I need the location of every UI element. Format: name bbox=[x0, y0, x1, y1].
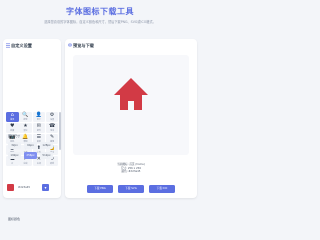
preview-title-text: 预览与下载 bbox=[73, 43, 94, 48]
size-option[interactable]: 512px bbox=[40, 152, 53, 159]
page-subtitle: 选择您喜欢的字体图标，自定义颜色和尺寸，然后下载PNG、SVG或ICO格式。 bbox=[44, 20, 156, 24]
color-swatch[interactable] bbox=[7, 184, 14, 191]
size-option[interactable]: 128px bbox=[40, 142, 53, 149]
icon-option[interactable]: ✉ 邮件 bbox=[32, 123, 46, 133]
icon-option[interactable]: ★ 星标 bbox=[19, 123, 32, 133]
page-title: 字体图标下载工具 bbox=[66, 7, 134, 16]
icon-info: 当前图标: 首页 (home) 尺寸: 256 x 256 颜色: #d23a4… bbox=[73, 163, 189, 174]
icon-option[interactable]: ☎ 电话 bbox=[45, 123, 59, 133]
settings-panel: 自定义设置 ⌂首页🔍搜索👤用户⚙设置♥收藏★星标✉邮件☎电话📷相机🔔通知☰菜单✎… bbox=[3, 39, 61, 221]
icon-option-name: 云 bbox=[11, 162, 14, 165]
preview-panel-title: 预览与下载 bbox=[67, 43, 94, 49]
icon-option-name: 完成 bbox=[23, 162, 28, 165]
color-label: 图标颜色 bbox=[8, 217, 21, 221]
home-icon bbox=[114, 78, 148, 110]
icon-option[interactable]: ⚙ 设置 bbox=[45, 112, 59, 122]
info-color: 颜色: #d23a45 bbox=[121, 170, 141, 174]
download-svg-button[interactable]: 下载 SVG bbox=[118, 185, 144, 193]
icon-grid-scrollbar[interactable] bbox=[59, 112, 61, 150]
size-option[interactable]: 64px bbox=[24, 142, 37, 149]
icon-option[interactable]: 🔍 搜索 bbox=[19, 112, 32, 122]
icon-option-name: 用户 bbox=[36, 118, 41, 121]
size-label: 图标尺寸 bbox=[8, 134, 21, 138]
icon-preview-area bbox=[73, 55, 189, 155]
icon-option-name: 刷新 bbox=[50, 162, 55, 165]
settings-panel-title: 自定义设置 bbox=[6, 43, 32, 49]
icon-option-name: 邮件 bbox=[36, 129, 41, 132]
icon-option-name: 电话 bbox=[50, 129, 55, 132]
icon-option-name: 关闭 bbox=[36, 162, 41, 165]
settings-title-text: 自定义设置 bbox=[11, 43, 32, 48]
color-picker-button[interactable]: ▾ bbox=[42, 184, 49, 191]
icon-option[interactable]: ⌂ 首页 bbox=[6, 112, 19, 122]
preview-panel: 预览与下载 当前图标: 首页 (home) 尺寸: 256 x 256 颜色: … bbox=[65, 39, 197, 198]
download-png-button[interactable]: 下载 PNG bbox=[87, 185, 113, 193]
icon-option[interactable]: ♥ 收藏 bbox=[6, 123, 19, 133]
icon-option-name: 星标 bbox=[23, 129, 28, 132]
icon-option-name: 收藏 bbox=[10, 129, 15, 132]
icon-option-name: 搜索 bbox=[23, 118, 28, 121]
header: 字体图标下载工具 选择您喜欢的字体图标，自定义颜色和尺寸，然后下载PNG、SVG… bbox=[0, 0, 200, 34]
icon-option-name: 首页 bbox=[10, 118, 15, 121]
icon-option[interactable]: 👤 用户 bbox=[32, 112, 46, 122]
size-option[interactable]: 256px bbox=[24, 152, 37, 159]
size-option[interactable]: 32px bbox=[8, 142, 21, 149]
download-ico-button[interactable]: 下载 ICO bbox=[149, 185, 175, 193]
color-value: #d23a45 bbox=[18, 186, 31, 189]
sliders-icon bbox=[6, 43, 10, 49]
eye-icon bbox=[67, 43, 73, 48]
icon-option-name: 设置 bbox=[50, 118, 55, 121]
size-option[interactable]: 192px bbox=[8, 152, 21, 159]
